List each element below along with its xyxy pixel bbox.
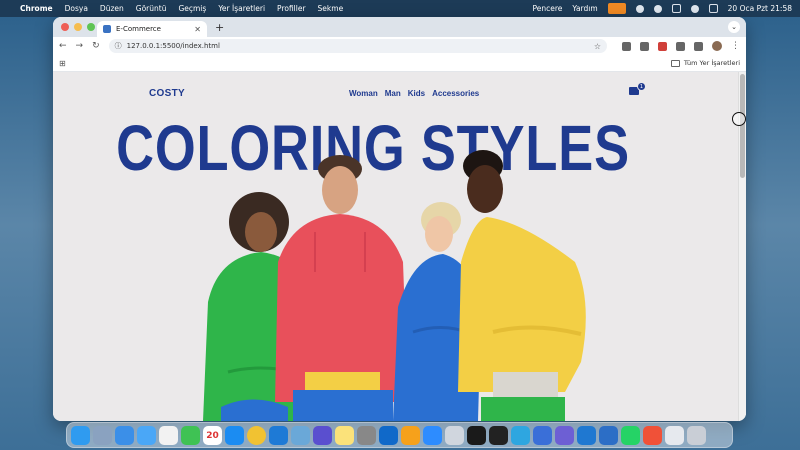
vpn-icon[interactable]	[533, 425, 552, 445]
profile-avatar[interactable]	[712, 41, 722, 51]
macos-dock: 20	[66, 422, 733, 448]
scrollbar-thumb[interactable]	[740, 74, 745, 178]
extension-icon[interactable]	[640, 41, 649, 51]
tablet-icon[interactable]	[665, 425, 684, 445]
trash-icon[interactable]	[687, 425, 706, 445]
whatsapp-icon[interactable]	[621, 425, 640, 445]
browser-window: E-Commerce ✕ + ⌄ ← → ↻ ⓘ 127.0.0.1:5500/…	[53, 17, 746, 421]
extension-icon[interactable]	[658, 41, 667, 51]
bookmarks-bar: ⊞ Tüm Yer İşaretleri	[53, 55, 746, 72]
recording-icon[interactable]	[607, 3, 626, 14]
extension-icon[interactable]	[622, 41, 631, 51]
tab-ecommerce[interactable]: E-Commerce ✕	[97, 21, 207, 37]
menu-pencere[interactable]: Pencere	[533, 4, 563, 13]
imovie-icon[interactable]	[313, 425, 332, 445]
control-center-icon[interactable]	[708, 4, 718, 13]
xcode-icon[interactable]	[577, 425, 596, 445]
macos-menu-bar: Chrome Dosya Düzen Görüntü Geçmiş Yer İş…	[0, 0, 800, 17]
apps-grid-icon[interactable]: ⊞	[59, 59, 66, 68]
menu-dosya[interactable]: Dosya	[65, 4, 88, 13]
zoom-window-button[interactable]	[87, 23, 95, 31]
browser-toolbar: ← → ↻ ⓘ 127.0.0.1:5500/index.html ☆ ⋮	[53, 37, 746, 55]
github-icon[interactable]	[467, 425, 486, 445]
battery-icon[interactable]	[671, 4, 681, 13]
site-info-icon[interactable]: ⓘ	[115, 41, 122, 51]
vscode-icon[interactable]	[269, 425, 288, 445]
mail-icon[interactable]	[137, 425, 156, 445]
all-bookmarks-link[interactable]: Tüm Yer İşaretleri	[684, 59, 740, 67]
menu-gorunum[interactable]: Görüntü	[136, 4, 167, 13]
cursor-indicator	[732, 112, 746, 126]
photos-icon[interactable]	[159, 425, 178, 445]
hero-image	[203, 150, 586, 421]
appstore-icon[interactable]	[225, 425, 244, 445]
pencil-icon[interactable]	[401, 425, 420, 445]
preview-icon[interactable]	[291, 425, 310, 445]
back-icon[interactable]: ←	[59, 41, 67, 51]
menu-yardim[interactable]: Yardım	[572, 4, 597, 13]
wifi-icon[interactable]	[690, 4, 699, 13]
outlook-icon[interactable]	[379, 425, 398, 445]
menu-profiller[interactable]: Profiller	[277, 4, 306, 13]
menu-sekme[interactable]: Sekme	[318, 4, 344, 13]
instruments-icon[interactable]	[599, 425, 618, 445]
window-controls	[53, 23, 97, 31]
chevron-down-icon[interactable]: ⌄	[728, 21, 740, 33]
menu-yer-isaretleri[interactable]: Yer İşaretleri	[218, 4, 265, 13]
screenshot-icon[interactable]	[555, 425, 574, 445]
safari-icon[interactable]	[115, 425, 134, 445]
menu-duzen[interactable]: Düzen	[100, 4, 124, 13]
finder-icon[interactable]	[71, 425, 90, 445]
favicon-icon	[103, 25, 111, 33]
extension-icon[interactable]	[676, 41, 685, 51]
browser-menu-icon[interactable]: ⋮	[731, 41, 740, 51]
menu-gecmis[interactable]: Geçmiş	[178, 4, 206, 13]
telegram-icon[interactable]	[511, 425, 530, 445]
facetime-icon[interactable]	[181, 425, 200, 445]
tab-title: E-Commerce	[116, 25, 161, 33]
folder-icon	[670, 59, 680, 67]
image-icon[interactable]	[445, 425, 464, 445]
status-icon[interactable]	[653, 4, 662, 13]
bookmark-star-icon[interactable]: ☆	[594, 42, 601, 51]
model-yellow-hoodie	[458, 150, 586, 421]
close-window-button[interactable]	[61, 23, 69, 31]
menubar-clock[interactable]: 20 Oca Pzt 21:58	[728, 4, 792, 13]
reload-icon[interactable]: ↻	[92, 41, 100, 51]
status-icon[interactable]	[635, 4, 644, 13]
swift-icon[interactable]	[643, 425, 662, 445]
chrome-icon[interactable]	[247, 425, 266, 445]
forward-icon[interactable]: →	[76, 41, 84, 51]
notes-icon[interactable]	[335, 425, 354, 445]
address-bar[interactable]: ⓘ 127.0.0.1:5500/index.html ☆	[108, 39, 607, 53]
tab-bar: E-Commerce ✕ + ⌄	[53, 17, 746, 37]
page-viewport: COSTY Woman Man Kids Accessories 1 COLOR…	[53, 72, 746, 421]
extensions-puzzle-icon[interactable]	[694, 41, 703, 51]
zoom-icon[interactable]	[423, 425, 442, 445]
model-red-hoodie	[275, 155, 408, 421]
url-text: 127.0.0.1:5500/index.html	[126, 42, 220, 50]
minimize-window-button[interactable]	[74, 23, 82, 31]
new-tab-button[interactable]: +	[215, 21, 224, 34]
menu-app-name[interactable]: Chrome	[20, 4, 53, 13]
close-tab-icon[interactable]: ✕	[194, 25, 201, 34]
terminal-icon[interactable]	[489, 425, 508, 445]
launchpad-icon[interactable]	[93, 425, 112, 445]
settings-icon[interactable]	[357, 425, 376, 445]
calendar-icon[interactable]: 20	[203, 425, 222, 445]
